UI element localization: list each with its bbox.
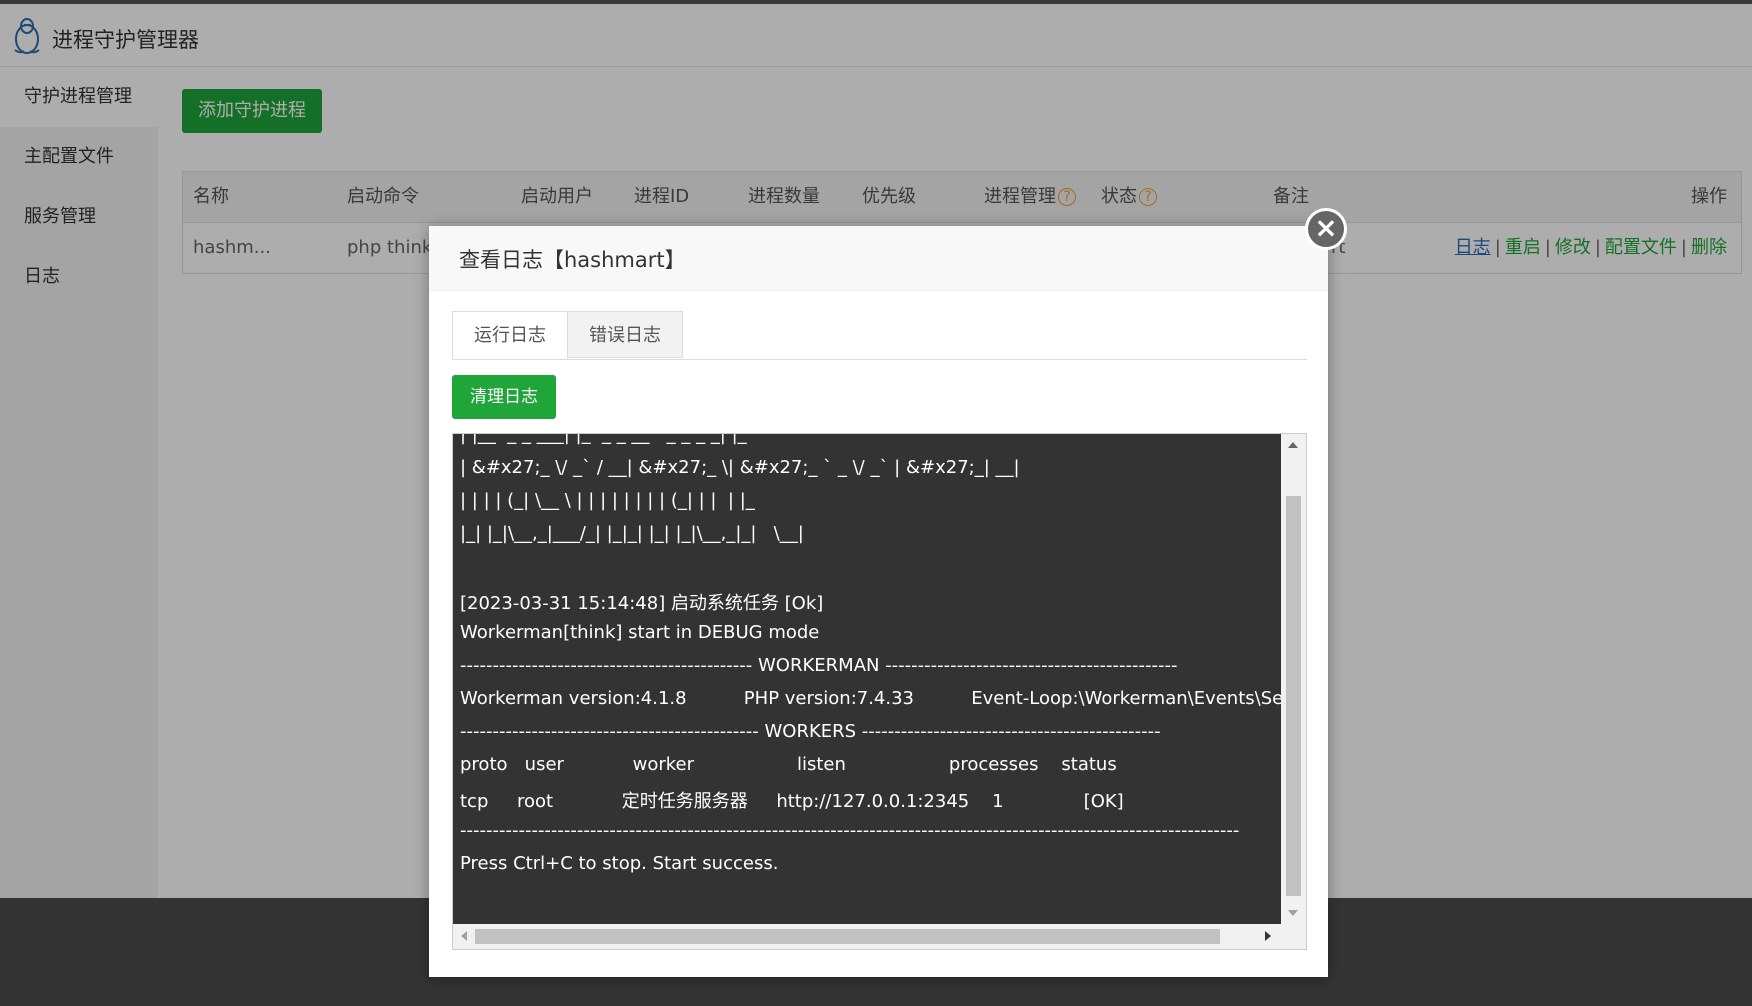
scroll-down-arrow-icon[interactable] [1288,910,1298,916]
scroll-up-arrow-icon[interactable] [1288,442,1298,448]
log-tabs: 运行日志 错误日志 [452,311,1307,360]
log-viewer[interactable]: | |__ _ _ ___| |_ _ _ __ _ _ _ _| |_ | &… [452,433,1307,950]
log-line: Workerman version:4.1.8 PHP version:7.4.… [460,688,1281,709]
log-line: proto user worker listen processes statu… [460,754,1117,775]
vertical-scroll-thumb[interactable] [1286,496,1301,896]
clear-log-button[interactable]: 清理日志 [452,375,556,419]
vertical-scrollbar[interactable] [1281,434,1306,924]
log-dialog: 查看日志【hashmart】 × 运行日志 错误日志 清理日志 | |__ _ … [429,208,1347,977]
log-line: Workerman[think] start in DEBUG mode [460,622,820,643]
log-content: | |__ _ _ ___| |_ _ _ __ _ _ _ _| |_ | &… [453,434,1281,924]
log-line: Press Ctrl+C to stop. Start success. [460,853,779,874]
horizontal-scroll-thumb[interactable] [475,929,1220,944]
log-line: | &#x27;_ \/ _` / __| &#x27;_ \| &#x27;_… [460,457,1020,478]
log-line: ----------------------------------------… [460,820,1240,841]
log-line: [2023-03-31 15:14:48] 启动系统任务 [Ok] [460,593,824,614]
log-line: | | | | (_| \__ \ | | | | | | | | (_| | … [460,490,755,511]
horizontal-scrollbar[interactable] [453,924,1281,949]
tab-error-log[interactable]: 错误日志 [567,311,683,358]
log-line: ----------------------------------------… [460,721,1161,742]
close-icon[interactable]: × [1305,208,1347,250]
log-line: tcp root 定时任务服务器 http://127.0.0.1:2345 1… [460,791,1124,812]
tab-run-log[interactable]: 运行日志 [452,311,568,359]
dialog-header: 查看日志【hashmart】 [429,226,1328,291]
dialog-title: 查看日志【hashmart】 [459,248,686,272]
scroll-left-arrow-icon[interactable] [461,931,467,941]
log-line: | |__ _ _ ___| |_ _ _ __ _ _ _ _| |_ [460,434,747,445]
log-line: ----------------------------------------… [460,655,1178,676]
scroll-right-arrow-icon[interactable] [1265,931,1271,941]
log-line: |_| |_|\__,_|___/_| |_|_| |_| |_|\__,_|_… [460,523,804,544]
